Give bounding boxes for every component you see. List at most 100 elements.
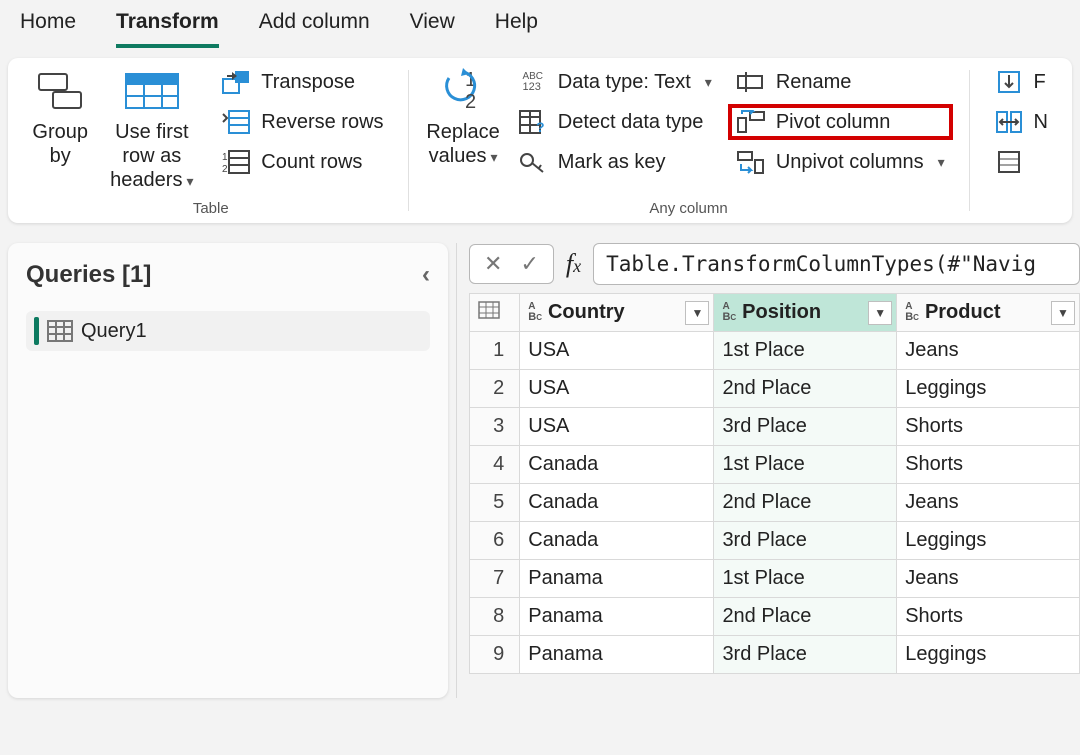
- unpivot-columns-button[interactable]: Unpivot columns▾: [730, 146, 951, 178]
- move-icon: [994, 110, 1024, 134]
- fx-icon: fx: [566, 249, 581, 279]
- cell[interactable]: Shorts: [897, 598, 1080, 636]
- pivot-column-button[interactable]: Pivot column: [730, 106, 951, 138]
- table-row: 3USA3rd PlaceShorts: [470, 408, 1080, 446]
- cell[interactable]: Leggings: [897, 636, 1080, 674]
- use-first-row-label: Use first row as headers▾: [100, 120, 203, 192]
- filter-button[interactable]: ▼: [1051, 301, 1075, 325]
- row-number[interactable]: 2: [470, 370, 520, 408]
- row-number[interactable]: 4: [470, 446, 520, 484]
- unpivot-columns-label: Unpivot columns: [776, 151, 924, 174]
- row-number[interactable]: 7: [470, 560, 520, 598]
- cell[interactable]: Jeans: [897, 332, 1080, 370]
- row-number[interactable]: 5: [470, 484, 520, 522]
- transpose-icon: [221, 70, 251, 94]
- data-type-icon: ABC123: [518, 70, 548, 94]
- extra-f-button[interactable]: F: [988, 66, 1054, 98]
- chevron-down-icon: ▾: [490, 149, 497, 165]
- collapse-queries-button[interactable]: ‹: [422, 261, 430, 289]
- table-corner[interactable]: [470, 294, 520, 332]
- column-header-position[interactable]: ABC Position ▼: [714, 294, 897, 332]
- cell[interactable]: Canada: [520, 484, 714, 522]
- menu-tab-transform[interactable]: Transform: [116, 10, 219, 48]
- cell[interactable]: 1st Place: [714, 332, 897, 370]
- cell[interactable]: 1st Place: [714, 560, 897, 598]
- key-icon: [518, 150, 548, 174]
- count-rows-label: Count rows: [261, 151, 362, 174]
- menu-tab-add-column[interactable]: Add column: [259, 10, 370, 48]
- row-number[interactable]: 8: [470, 598, 520, 636]
- filter-button[interactable]: ▼: [685, 301, 709, 325]
- active-indicator: [34, 317, 39, 345]
- extra-n-button[interactable]: N: [988, 106, 1054, 138]
- reverse-rows-label: Reverse rows: [261, 111, 383, 134]
- cell[interactable]: USA: [520, 370, 714, 408]
- reverse-rows-button[interactable]: Reverse rows: [215, 106, 389, 138]
- cell[interactable]: 2nd Place: [714, 370, 897, 408]
- replace-values-label: Replace values▾: [426, 120, 499, 168]
- text-type-icon: ABC: [528, 302, 542, 323]
- text-type-icon: ABC: [722, 302, 736, 323]
- count-rows-button[interactable]: 12 Count rows: [215, 146, 389, 178]
- cell[interactable]: Shorts: [897, 446, 1080, 484]
- cell[interactable]: Panama: [520, 598, 714, 636]
- cell[interactable]: 2nd Place: [714, 598, 897, 636]
- detect-data-type-icon: ?: [518, 110, 548, 134]
- formula-input[interactable]: Table.TransformColumnTypes(#"Navig: [593, 243, 1080, 285]
- column-header-label: Country: [548, 301, 625, 324]
- column-header-product[interactable]: ABCProduct▼: [897, 294, 1080, 332]
- text-type-icon: ABC: [905, 302, 919, 323]
- cell[interactable]: Canada: [520, 446, 714, 484]
- cell[interactable]: Canada: [520, 522, 714, 560]
- row-number[interactable]: 6: [470, 522, 520, 560]
- svg-text:1: 1: [222, 152, 228, 163]
- cell[interactable]: Panama: [520, 636, 714, 674]
- column-header-country[interactable]: ABC Country ▼: [520, 294, 714, 332]
- cell[interactable]: Jeans: [897, 484, 1080, 522]
- table-row: 6Canada3rd PlaceLeggings: [470, 522, 1080, 560]
- mark-as-key-button[interactable]: Mark as key: [512, 146, 718, 178]
- row-number[interactable]: 9: [470, 636, 520, 674]
- cell[interactable]: Panama: [520, 560, 714, 598]
- rename-button[interactable]: Rename: [730, 66, 951, 98]
- top-menu: Home Transform Add column View Help: [0, 0, 1080, 48]
- menu-tab-help[interactable]: Help: [495, 10, 538, 48]
- cell[interactable]: 2nd Place: [714, 484, 897, 522]
- menu-tab-home[interactable]: Home: [20, 10, 76, 48]
- cell[interactable]: Leggings: [897, 522, 1080, 560]
- detect-data-type-button[interactable]: ? Detect data type: [512, 106, 718, 138]
- row-number[interactable]: 1: [470, 332, 520, 370]
- group-by-label: Group by: [32, 120, 88, 168]
- query-item[interactable]: Query1: [26, 311, 430, 351]
- replace-values-icon: 1 2: [439, 68, 487, 116]
- rename-label: Rename: [776, 71, 852, 94]
- data-type-button[interactable]: ABC123 Data type: Text▾: [512, 66, 718, 98]
- cell[interactable]: Shorts: [897, 408, 1080, 446]
- cell[interactable]: USA: [520, 408, 714, 446]
- column-header-label: Position: [742, 301, 821, 324]
- row-number[interactable]: 3: [470, 408, 520, 446]
- svg-text:2: 2: [465, 91, 476, 113]
- cell[interactable]: 3rd Place: [714, 408, 897, 446]
- replace-values-button[interactable]: 1 2 Replace values▾: [420, 64, 505, 172]
- cell[interactable]: 3rd Place: [714, 636, 897, 674]
- cell[interactable]: 1st Place: [714, 446, 897, 484]
- group-by-button[interactable]: Group by: [26, 64, 94, 172]
- table-row: 8Panama2nd PlaceShorts: [470, 598, 1080, 636]
- transpose-button[interactable]: Transpose: [215, 66, 389, 98]
- detect-data-type-label: Detect data type: [558, 111, 704, 134]
- extra-c-button[interactable]: [988, 146, 1054, 178]
- cell[interactable]: Leggings: [897, 370, 1080, 408]
- list-icon: [994, 150, 1024, 174]
- svg-text:?: ?: [536, 119, 545, 134]
- use-first-row-button[interactable]: Use first row as headers▾: [94, 64, 209, 196]
- menu-tab-view[interactable]: View: [410, 10, 455, 48]
- formula-confirm-button[interactable]: ✓: [520, 251, 538, 277]
- cell[interactable]: USA: [520, 332, 714, 370]
- filter-button[interactable]: ▼: [868, 301, 892, 325]
- cell[interactable]: Jeans: [897, 560, 1080, 598]
- formula-cancel-button[interactable]: ✕: [484, 251, 502, 277]
- cell[interactable]: 3rd Place: [714, 522, 897, 560]
- reverse-rows-icon: [221, 110, 251, 134]
- svg-text:2: 2: [222, 164, 228, 174]
